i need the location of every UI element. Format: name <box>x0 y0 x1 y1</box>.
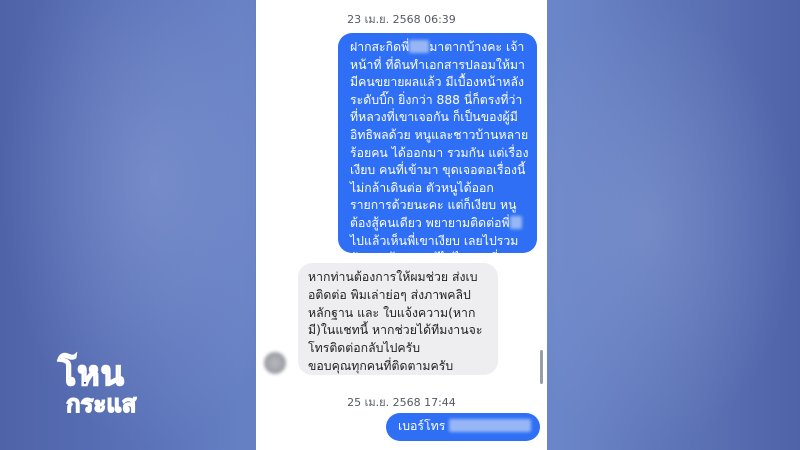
logo-text-top: โหน <box>57 354 125 394</box>
background-right <box>545 0 800 450</box>
redacted-text <box>409 40 430 53</box>
message-line: อติดต่อ พิมเล่าย่อๆ ส่งภาพคลิป <box>308 287 471 302</box>
message-line: รายการด้วยนะคะ แต่ก็เงียบ หนู <box>350 198 517 213</box>
timestamp: 23 เม.ย. 2568 06:39 <box>347 13 456 26</box>
redacted-phone-number <box>449 419 532 432</box>
channel-logo: โหน กระแส <box>57 354 176 423</box>
incoming-message[interactable]: หากท่านต้องการให้ผมช่วย ส่งเบ อติดต่อ พิ… <box>298 263 498 375</box>
message-line: ขอบคุณทุกคนที่ติดตามครับ <box>308 358 454 373</box>
message-line: ต้องสู้คนเดียว พยายามติดต่อพี่ <box>350 215 525 233</box>
message-line: หากท่านต้องการให้ผมช่วย ส่งเบ <box>308 270 478 284</box>
message-line: อิทธิพลด้วย หนูและชาวบ้านหลาย <box>350 127 529 142</box>
message-line: ระดับบิ๊ก ยิ่งกว่า 888 นี่ก็ตรงที่ว่า <box>350 92 523 107</box>
timestamp: 25 เม.ย. 2568 17:44 <box>347 396 456 409</box>
message-line: มีคนขยายผลแล้ว มีเบื้องหน้าหลัง <box>350 75 525 90</box>
message-line: ไปแล้วเห็นพี่เขาเงียบ เลยไปรวม <box>350 233 519 248</box>
logo-text-bottom: กระแส <box>65 389 137 418</box>
message-line: ฝากสะกิดพี่ มาตากบ้างคะ เจ้า <box>350 40 525 54</box>
chat-screen: 23 เม.ย. 2568 06:39 ฝากสะกิดพี่ มาตากบ้าง… <box>256 0 547 450</box>
message-line: เงียบ คนที่เข้ามา ขุดเจอตอเรื่องนี้ <box>350 163 526 178</box>
message-line: มี)ในแชทนี้ หากช่วยได้ทีมงานจะ <box>308 323 483 338</box>
message-line: ไม่กล้าเดินต่อ ตัวหนูได้ออก <box>350 180 494 195</box>
message-line: เบอร์โทร <box>398 418 532 436</box>
outgoing-message[interactable]: เบอร์โทร <box>386 413 540 441</box>
redacted-text <box>509 215 522 229</box>
message-line: โทรติดต่อกลับไปครับ <box>308 341 421 356</box>
message-line: ที่หลวงที่เขาเจอกัน ก็เป็นของผู้มี <box>350 110 518 125</box>
avatar[interactable] <box>264 352 286 374</box>
message-line: ร้อยคน ได้ออกมา รวมกัน แต่เรื่อง <box>350 145 529 160</box>
message-line: หลักฐาน และ ใบแจ้งความ(หาก <box>308 305 476 320</box>
scrollbar[interactable] <box>540 350 543 384</box>
outgoing-message[interactable]: ฝากสะกิดพี่ มาตากบ้างคะ เจ้า หน้าที่ ที่ด… <box>338 33 537 265</box>
message-line: หน้าที่ ที่ดินทำเอกสารปลอมให้มา <box>350 57 525 72</box>
